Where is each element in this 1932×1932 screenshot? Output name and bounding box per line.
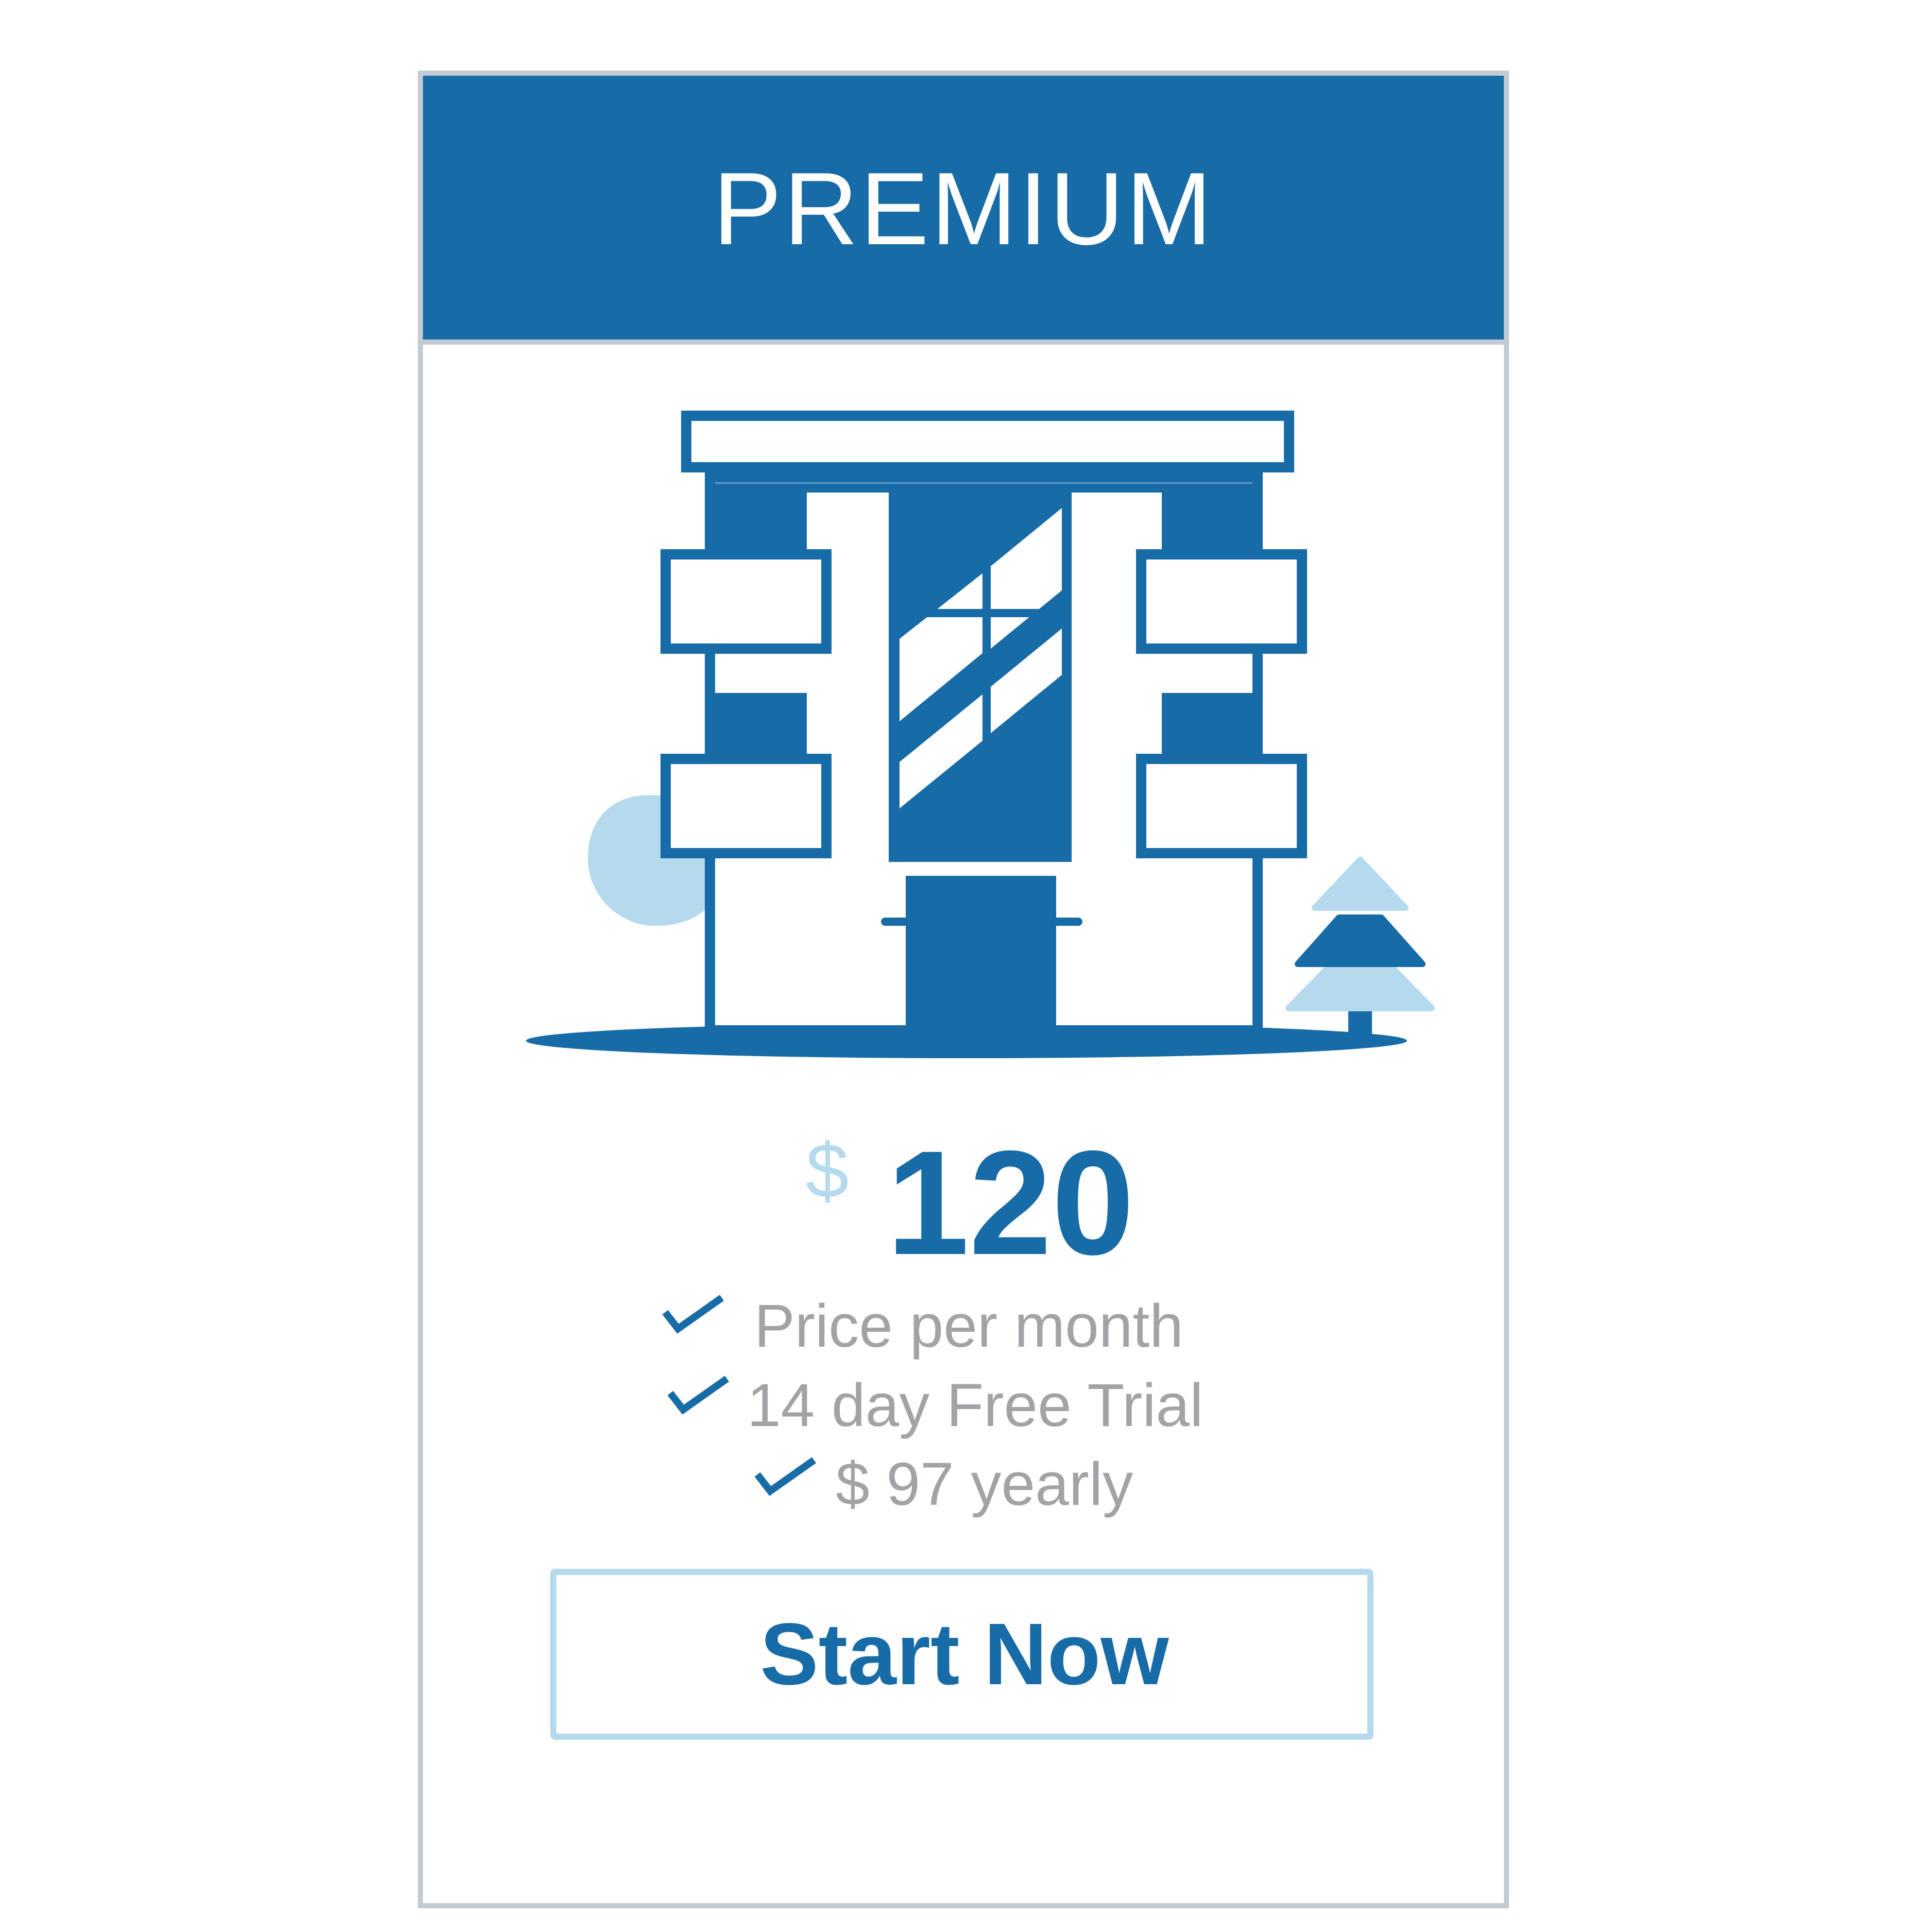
feature-text: Price per month	[754, 1292, 1183, 1360]
start-now-button[interactable]: Start Now	[550, 1569, 1374, 1740]
start-now-label: Start Now	[760, 1605, 1169, 1703]
check-icon	[754, 1457, 817, 1496]
pricing-card: PREMIUM $ 120 Price per month 14 day Fre…	[418, 71, 1509, 1908]
feature-text: $ 97 yearly	[836, 1450, 1133, 1518]
check-icon	[662, 1295, 724, 1334]
check-icon	[667, 1376, 730, 1415]
feature-text: 14 day Free Trial	[747, 1371, 1204, 1439]
